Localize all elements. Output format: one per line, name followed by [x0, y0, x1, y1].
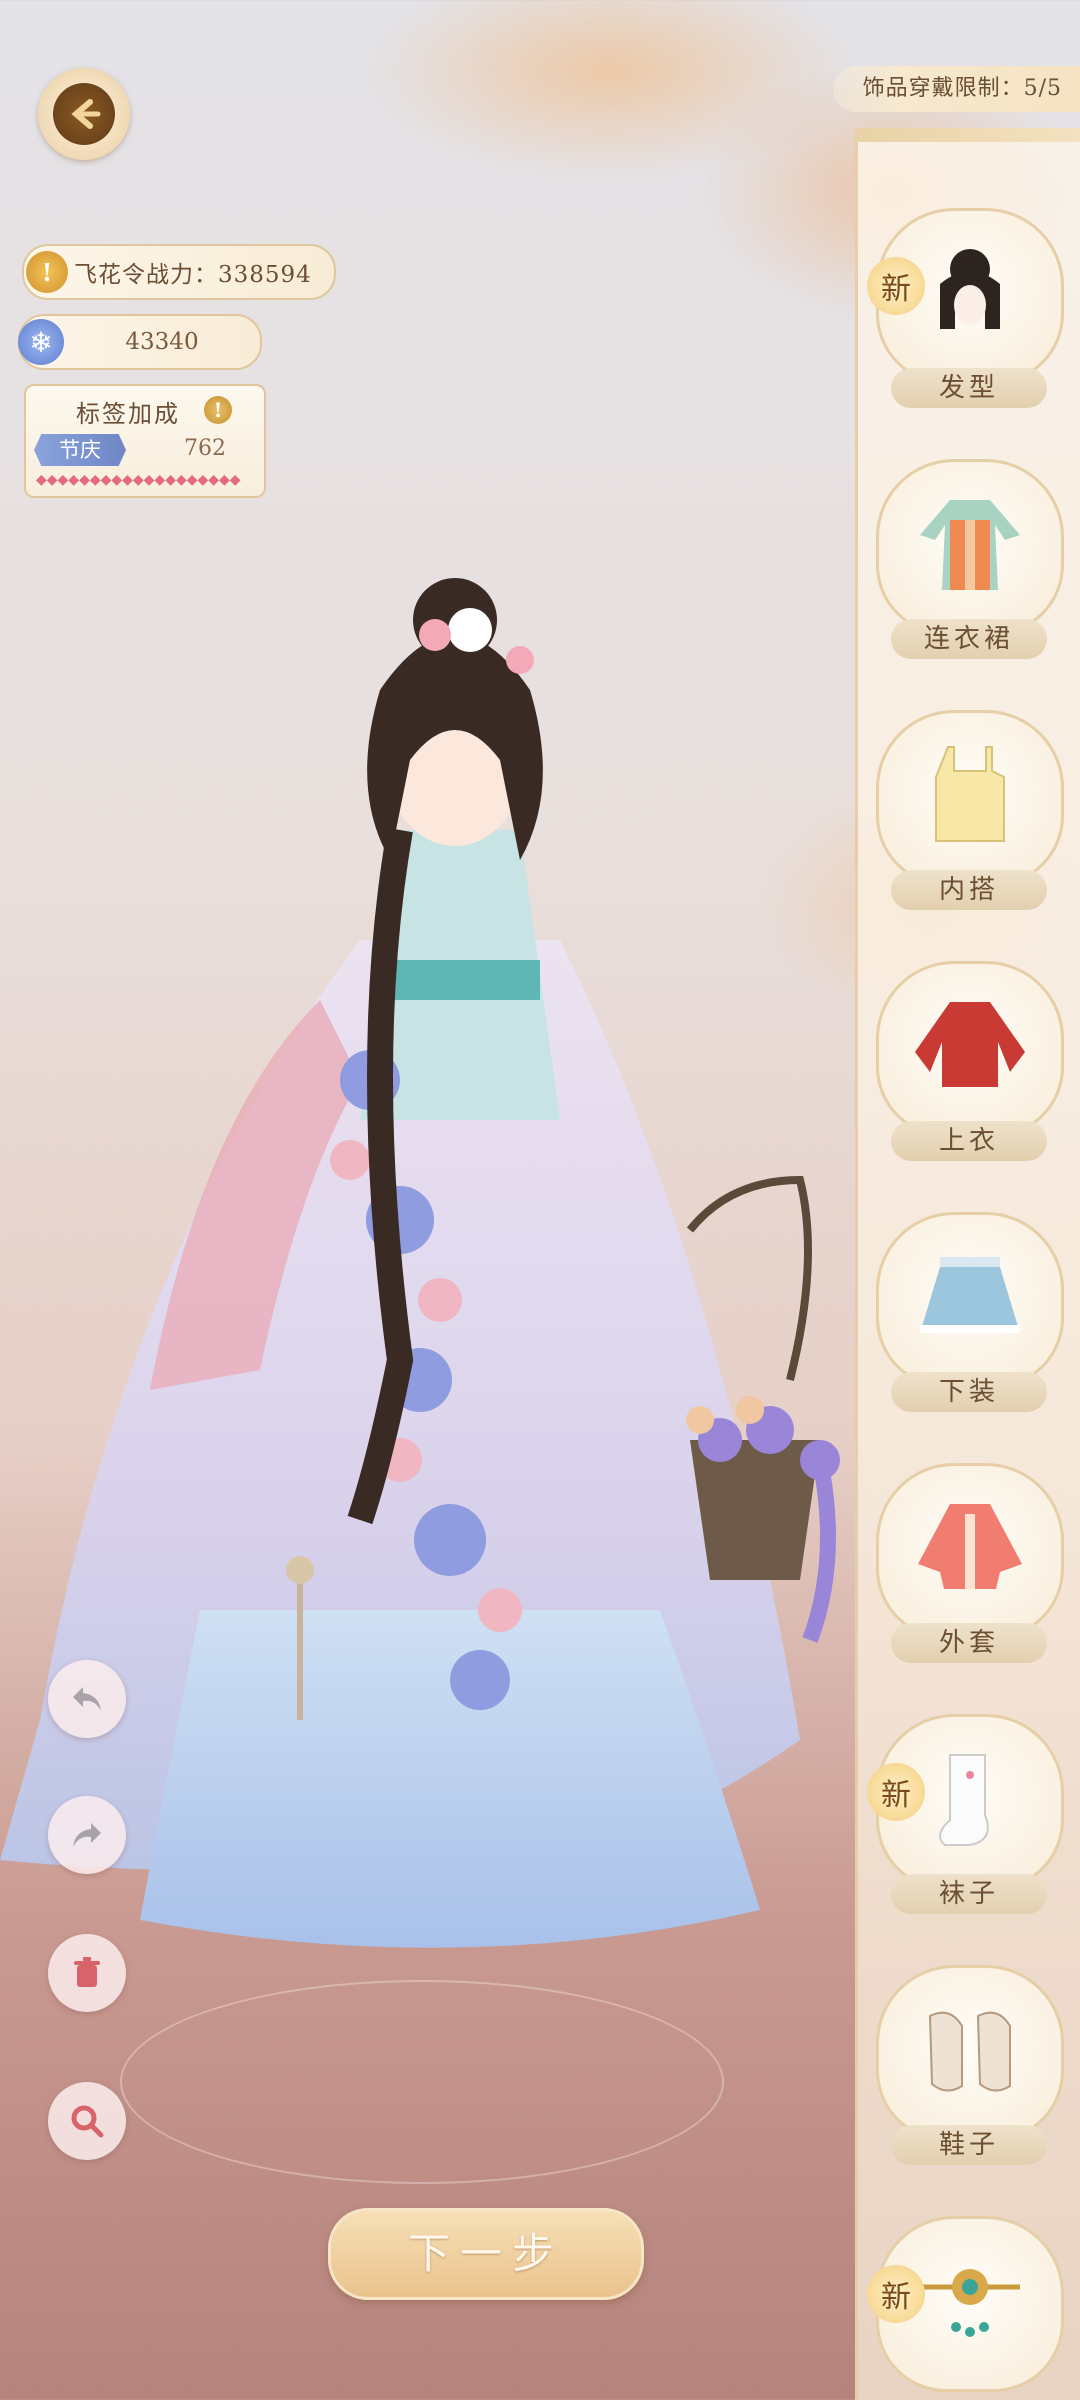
- new-badge: 新: [867, 257, 925, 315]
- category-card[interactable]: [876, 961, 1064, 1137]
- new-badge: 新: [867, 2265, 925, 2323]
- panel-header-bar: [856, 128, 1080, 142]
- gem-count: 43340: [125, 329, 199, 355]
- category-card[interactable]: 新: [867, 1714, 1064, 1890]
- trash-icon: [74, 1957, 100, 1987]
- inner-wear-icon: [920, 741, 1020, 855]
- skirt-icon: [910, 1243, 1030, 1357]
- undo-button[interactable]: [48, 1660, 126, 1738]
- category-card[interactable]: 新: [867, 208, 1064, 384]
- info-icon[interactable]: !: [204, 396, 232, 424]
- category-label: 上衣: [891, 1121, 1047, 1161]
- accessory-limit-label: 饰品穿戴限制：5/5: [832, 66, 1080, 112]
- category-hairstyle[interactable]: 新发型: [867, 208, 1064, 408]
- category-coat[interactable]: 外套: [876, 1463, 1064, 1663]
- power-label: 飞花令战力：338594: [74, 262, 312, 288]
- next-step-button[interactable]: 下一步: [328, 2208, 644, 2300]
- category-card[interactable]: [876, 1965, 1064, 2141]
- gem-balance[interactable]: ❄ 43340: [18, 314, 262, 370]
- hairpin-icon: [910, 2247, 1030, 2361]
- category-top[interactable]: 上衣: [876, 961, 1064, 1161]
- socks-icon: [915, 1745, 1025, 1859]
- shoes-icon: [910, 1996, 1030, 2110]
- coat-icon: [910, 1494, 1030, 1608]
- category-hairpin[interactable]: 新: [867, 2216, 1064, 2392]
- back-button[interactable]: [38, 68, 130, 160]
- back-arrow-icon: [53, 83, 115, 145]
- category-card[interactable]: [876, 710, 1064, 886]
- tag-bonus-panel[interactable]: 标签加成 ! 节庆 762 ◆◆◆◆◆◆◆◆◆◆◆◆◆◆◆◆◆◆◆: [24, 384, 266, 498]
- category-label: 下装: [891, 1372, 1047, 1412]
- category-label: 内搭: [891, 870, 1047, 910]
- category-label: 发型: [891, 368, 1047, 408]
- category-shoes[interactable]: 鞋子: [876, 1965, 1064, 2165]
- new-badge: 新: [867, 1763, 925, 1821]
- category-card[interactable]: [876, 1463, 1064, 1639]
- hairstyle-icon: [915, 239, 1025, 353]
- redo-button[interactable]: [48, 1796, 126, 1874]
- category-card[interactable]: [876, 459, 1064, 635]
- delete-button[interactable]: [48, 1934, 126, 2012]
- top-icon: [910, 992, 1030, 1106]
- category-card[interactable]: 新: [867, 2216, 1064, 2392]
- category-label: 外套: [891, 1623, 1047, 1663]
- category-dress[interactable]: 连衣裙: [876, 459, 1064, 659]
- tag-festival-badge: 节庆: [34, 434, 126, 466]
- category-socks[interactable]: 新袜子: [867, 1714, 1064, 1914]
- dress-icon: [910, 490, 1030, 604]
- magnifier-icon: [71, 2105, 104, 2138]
- category-card[interactable]: [876, 1212, 1064, 1388]
- tag-bonus-value: 762: [184, 436, 226, 461]
- warning-icon: !: [26, 251, 68, 293]
- tag-bonus-title: 标签加成: [76, 400, 180, 428]
- zoom-button[interactable]: [48, 2082, 126, 2160]
- category-skirt[interactable]: 下装: [876, 1212, 1064, 1412]
- undo-icon: [73, 1687, 101, 1711]
- category-label: 连衣裙: [891, 619, 1047, 659]
- power-stat[interactable]: ! 飞花令战力：338594: [22, 244, 336, 300]
- category-label: 鞋子: [891, 2125, 1047, 2165]
- tag-heart-bar: ◆◆◆◆◆◆◆◆◆◆◆◆◆◆◆◆◆◆◆: [36, 472, 241, 488]
- redo-icon: [73, 1823, 101, 1847]
- category-inner-wear[interactable]: 内搭: [876, 710, 1064, 910]
- category-label: 袜子: [891, 1874, 1047, 1914]
- snowflake-gem-icon: ❄: [18, 319, 64, 365]
- character-illustration: [0, 578, 840, 1948]
